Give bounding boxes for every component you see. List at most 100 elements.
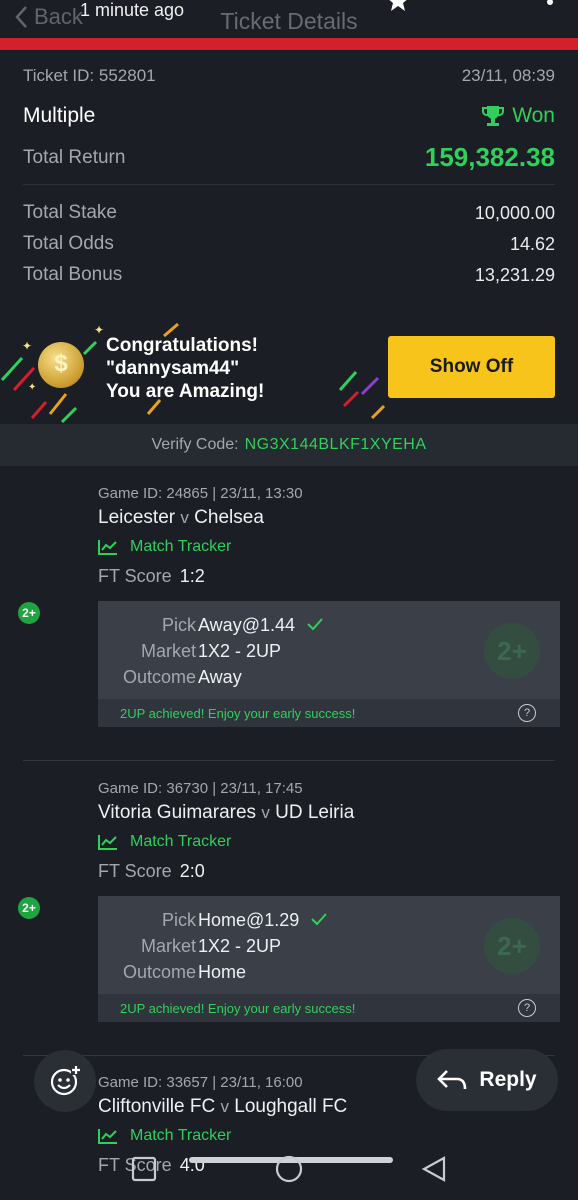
star-icon[interactable]: [386, 0, 410, 12]
recent-apps-icon[interactable]: [130, 1155, 158, 1183]
ft-score: FT Score 1:2: [98, 566, 205, 587]
match-teams: Cliftonville FC v Loughgall FC: [98, 1096, 347, 1118]
outcome-label: Outcome: [122, 667, 196, 687]
market-value: 1X2 - 2UP: [198, 641, 282, 661]
status-badge: Won: [480, 104, 555, 128]
two-up-badge: 2+: [18, 897, 40, 919]
chart-line-icon: [98, 540, 117, 555]
two-up-footer: 2UP achieved! Enjoy your early success! …: [98, 699, 560, 727]
game-id: Game ID: 33657 | 23/11, 16:00: [98, 1074, 303, 1091]
check-icon: [307, 618, 323, 631]
total-stake-label: Total Stake: [23, 202, 117, 223]
total-bonus-value: 13,231.29: [474, 264, 555, 285]
reply-label: Reply: [479, 1068, 537, 1091]
divider: [23, 184, 555, 185]
ft-score-value: 1:2: [179, 566, 205, 586]
match-tracker-label: Match Tracker: [130, 538, 232, 555]
home-team: Cliftonville FC: [98, 1096, 216, 1117]
svg-text:✦: ✦: [22, 339, 32, 353]
match-tracker-label: Match Tracker: [130, 833, 232, 850]
ticket-meta-row: Ticket ID: 552801 23/11, 08:39: [23, 66, 555, 86]
pick-value: Away@1.44: [198, 615, 295, 635]
trophy-icon: [482, 106, 505, 126]
congrats-username: "dannysam44": [106, 358, 240, 379]
versus: v: [180, 508, 189, 527]
total-stake-row: Total Stake 10,000.00: [23, 202, 555, 224]
pick-value-group: Away@1.44: [198, 615, 324, 636]
check-icon: [311, 913, 328, 926]
emoji-add-icon: [50, 1065, 81, 1096]
match-tracker-label: Match Tracker: [130, 1127, 232, 1144]
help-icon[interactable]: ?: [518, 704, 536, 722]
market-label: Market: [140, 641, 196, 661]
versus: v: [261, 803, 270, 822]
help-icon[interactable]: ?: [518, 999, 536, 1017]
pick-box: Pick Home@1.29 Market 1X2 - 2UP Outcome …: [98, 896, 560, 1022]
match-teams: Leicester v Chelsea: [98, 507, 264, 529]
home-icon[interactable]: [274, 1154, 304, 1184]
reply-arrow-icon: [437, 1070, 467, 1090]
ft-score: FT Score 2:0: [98, 861, 205, 882]
two-up-message: 2UP achieved! Enjoy your early success!: [120, 1000, 356, 1016]
back-nav-icon[interactable]: [420, 1155, 448, 1183]
outcome-value: Home: [198, 962, 247, 982]
two-up-watermark: 2+: [484, 623, 540, 679]
total-return-label: Total Return: [23, 146, 126, 168]
ft-score-value: 2:0: [179, 861, 205, 881]
accent-bar: [0, 38, 578, 50]
coin-icon: $: [38, 342, 84, 388]
bet-type-row: Multiple Won: [23, 104, 555, 128]
chart-line-icon: [98, 1129, 117, 1144]
game-id: Game ID: 24865 | 23/11, 13:30: [98, 485, 303, 502]
total-bonus-row: Total Bonus 13,231.29: [23, 264, 555, 286]
total-return-value: 159,382.38: [424, 142, 555, 172]
ft-score-label: FT Score: [98, 861, 172, 881]
bet-type: Multiple: [23, 104, 96, 127]
two-up-badge: 2+: [18, 602, 40, 624]
total-return-row: Total Return 159,382.38: [23, 142, 555, 173]
total-odds-label: Total Odds: [23, 233, 114, 254]
show-off-button[interactable]: Show Off: [388, 336, 555, 398]
pick-value-group: Home@1.29: [198, 910, 328, 931]
pick-value: Home@1.29: [198, 910, 300, 930]
game-id: Game ID: 36730 | 23/11, 17:45: [98, 780, 303, 797]
top-bar: Back Ticket Details 1 minute ago: [0, 0, 578, 42]
pick-label: Pick: [161, 615, 196, 635]
away-team: Chelsea: [194, 507, 264, 528]
svg-text:✦: ✦: [94, 323, 104, 337]
divider: [23, 760, 555, 761]
verify-code-bar: Verify Code: NG3X144BLKF1XYEHA: [0, 424, 578, 466]
two-up-message: 2UP achieved! Enjoy your early success!: [120, 705, 356, 721]
verify-code[interactable]: NG3X144BLKF1XYEHA: [245, 436, 427, 454]
two-up-footer: 2UP achieved! Enjoy your early success! …: [98, 994, 560, 1022]
away-team: UD Leiria: [275, 802, 355, 823]
match-tracker-link[interactable]: Match Tracker: [98, 833, 231, 851]
coin-symbol: $: [54, 350, 68, 377]
congrats-line3: You are Amazing!: [106, 381, 265, 402]
ticket-id: Ticket ID: 552801: [23, 66, 156, 85]
reply-button[interactable]: Reply: [416, 1049, 558, 1111]
congrats-message: Congratulations! "dannysam44" You are Am…: [106, 334, 264, 403]
outcome-label: Outcome: [122, 962, 196, 982]
match-tracker-link[interactable]: Match Tracker: [98, 1127, 231, 1145]
home-team: Vitoria Guimarares: [98, 802, 257, 823]
status-text: Won: [512, 104, 555, 127]
home-team: Leicester: [98, 507, 176, 528]
notification-text: 1 minute ago: [80, 0, 185, 20]
match-teams: Vitoria Guimarares v UD Leiria: [98, 802, 354, 824]
more-options-icon[interactable]: [546, 0, 554, 10]
outcome-value: Away: [198, 667, 242, 687]
match-tracker-link[interactable]: Match Tracker: [98, 538, 231, 556]
ticket-datetime: 23/11, 08:39: [461, 66, 555, 85]
svg-text:✦: ✦: [28, 382, 36, 393]
chart-line-icon: [98, 835, 117, 850]
emoji-reaction-button[interactable]: [34, 1050, 96, 1112]
total-odds-row: Total Odds 14.62: [23, 233, 555, 255]
total-odds-value: 14.62: [509, 233, 555, 254]
versus: v: [220, 1097, 229, 1116]
ft-score-label: FT Score: [98, 566, 172, 586]
total-bonus-label: Total Bonus: [23, 264, 123, 285]
two-up-watermark: 2+: [484, 918, 540, 974]
congrats-line1: Congratulations!: [106, 335, 258, 356]
market-value: 1X2 - 2UP: [198, 936, 282, 956]
